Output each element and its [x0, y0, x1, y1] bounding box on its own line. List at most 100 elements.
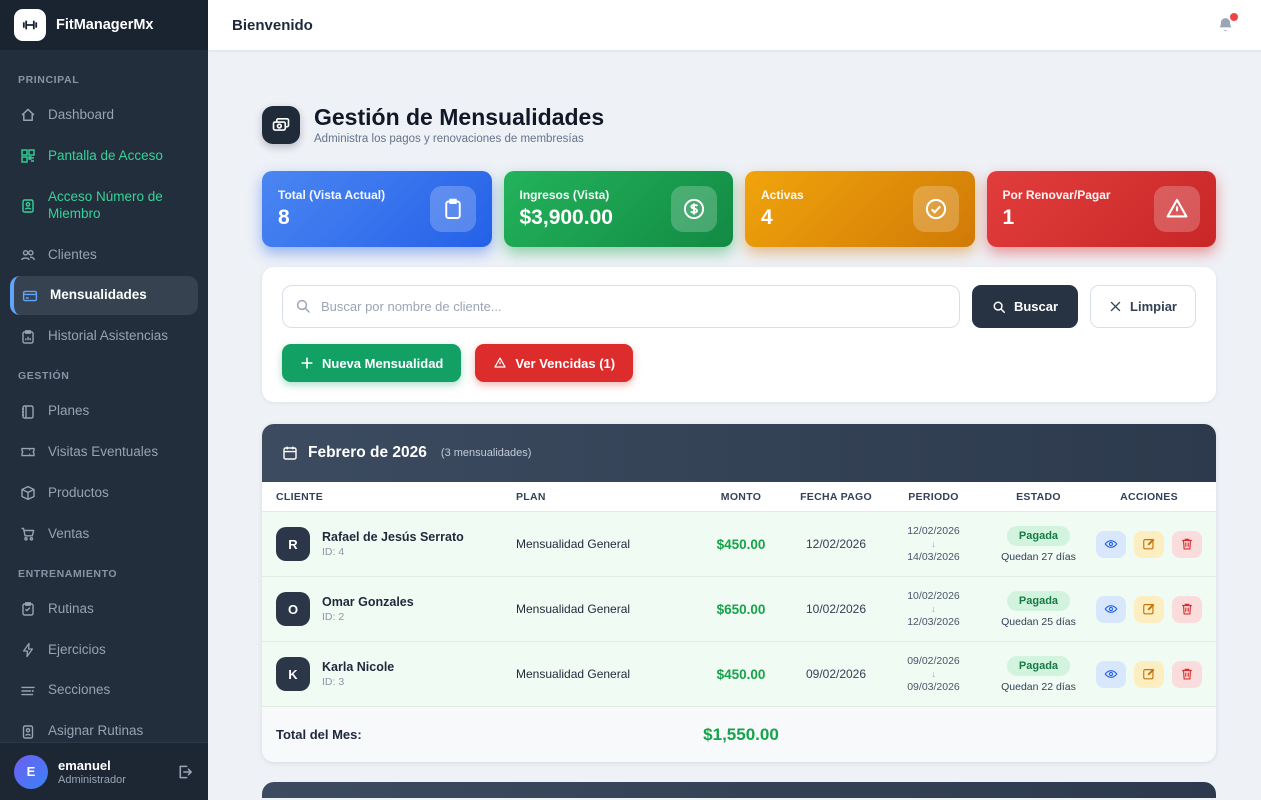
actions-cell — [1096, 531, 1202, 558]
fecha-pago-cell: 12/02/2026 — [786, 537, 886, 551]
notification-badge — [1230, 13, 1238, 21]
sidebar-item-rutinas[interactable]: Rutinas — [10, 590, 198, 629]
ver-vencidas-button[interactable]: Ver Vencidas (1) — [475, 344, 633, 382]
stat-card-ingresos: Ingresos (Vista) $3,900.00 — [504, 171, 734, 247]
column-header: PLAN — [516, 491, 696, 503]
sidebar-item-planes[interactable]: Planes — [10, 392, 198, 431]
column-header: MONTO — [696, 491, 786, 503]
periodo-cell: 09/02/2026 ↓ 09/03/2026 — [886, 654, 981, 694]
person-badge-icon — [20, 724, 36, 740]
view-button[interactable] — [1096, 661, 1126, 688]
periodo-inicio: 10/02/2026 — [886, 589, 981, 603]
client-text: Omar Gonzales ID: 2 — [322, 595, 414, 623]
plan-cell: Mensualidad General — [516, 667, 696, 681]
sidebar-item-mensualidades[interactable]: Mensualidades — [10, 276, 198, 315]
column-header: PERIODO — [886, 491, 981, 503]
sidebar-item-visitas-eventuales[interactable]: Visitas Eventuales — [10, 433, 198, 472]
warning-triangle-icon — [493, 356, 507, 370]
trash-icon — [1180, 667, 1194, 681]
trash-icon — [1180, 602, 1194, 616]
ver-vencidas-label: Ver Vencidas (1) — [515, 356, 615, 371]
edit-button[interactable] — [1134, 596, 1164, 623]
stat-card-activas: Activas 4 — [745, 171, 975, 247]
user-role: Administrador — [58, 774, 126, 786]
search-input[interactable] — [282, 285, 960, 328]
stat-value: $3,900.00 — [520, 206, 613, 230]
sidebar-item-clientes[interactable]: Clientes — [10, 236, 198, 275]
status-badge: Pagada — [1007, 656, 1070, 676]
client-id: ID: 4 — [322, 546, 464, 558]
delete-button[interactable] — [1172, 531, 1202, 558]
sidebar-item-label: Ejercicios — [48, 642, 106, 659]
sidebar-item-label: Ventas — [48, 526, 89, 543]
plus-icon — [300, 356, 314, 370]
actions-cell — [1096, 596, 1202, 623]
logout-icon[interactable] — [176, 763, 194, 781]
eye-icon — [1104, 602, 1118, 616]
topbar: Bienvenido — [208, 0, 1261, 50]
sidebar-item-historial-asistencias[interactable]: Historial Asistencias — [10, 317, 198, 356]
delete-button[interactable] — [1172, 661, 1202, 688]
arrow-down-icon: ↓ — [886, 603, 981, 615]
sidebar-item-asignar-rutinas[interactable]: Asignar Rutinas — [10, 712, 198, 742]
dollar-circle-icon — [671, 186, 717, 232]
app-name: FitManagerMx — [56, 17, 154, 33]
sidebar-item-secciones[interactable]: Secciones — [10, 671, 198, 710]
close-icon — [1109, 300, 1122, 313]
sidebar-item-dashboard[interactable]: Dashboard — [10, 96, 198, 135]
section-label-principal: PRINCIPAL — [10, 62, 198, 94]
stat-value: 1 — [1003, 206, 1111, 230]
users-icon — [20, 247, 36, 263]
sidebar-header: FitManagerMx — [0, 0, 208, 50]
sidebar-item-ejercicios[interactable]: Ejercicios — [10, 631, 198, 670]
notifications-button[interactable] — [1216, 16, 1235, 35]
sidebar-item-ventas[interactable]: Ventas — [10, 515, 198, 554]
list-filter-icon — [20, 683, 36, 699]
next-month-header-partial — [262, 782, 1216, 798]
sidebar-item-acceso-numero-miembro[interactable]: Acceso Número de Miembro — [10, 178, 198, 234]
edit-button[interactable] — [1134, 661, 1164, 688]
sidebar-item-productos[interactable]: Productos — [10, 474, 198, 513]
plan-cell: Mensualidad General — [516, 602, 696, 616]
eye-icon — [1104, 667, 1118, 681]
client-text: Rafael de Jesús Serrato ID: 4 — [322, 530, 464, 558]
clipboard-chart-icon — [20, 329, 36, 345]
client-cell: K Karla Nicole ID: 3 — [276, 657, 516, 691]
view-button[interactable] — [1096, 531, 1126, 558]
search-panel: Buscar Limpiar Nueva Mensualidad Ver Ven… — [262, 267, 1216, 402]
client-cell: O Omar Gonzales ID: 2 — [276, 592, 516, 626]
stat-card-total: Total (Vista Actual) 8 — [262, 171, 492, 247]
table-row: O Omar Gonzales ID: 2 Mensualidad Genera… — [262, 577, 1216, 642]
sidebar-item-label: Clientes — [48, 247, 97, 264]
periodo-cell: 12/02/2026 ↓ 14/03/2026 — [886, 524, 981, 564]
buscar-label: Buscar — [1014, 299, 1058, 314]
dias-restantes: Quedan 22 días — [981, 681, 1096, 693]
app-logo — [14, 9, 46, 41]
stat-text: Activas 4 — [761, 188, 804, 230]
arrow-down-icon: ↓ — [886, 538, 981, 550]
sidebar-item-pantalla-de-acceso[interactable]: Pantalla de Acceso — [10, 137, 198, 176]
estado-cell: Pagada Quedan 22 días — [981, 656, 1096, 693]
search-row: Buscar Limpiar — [282, 285, 1196, 328]
nueva-mensualidad-label: Nueva Mensualidad — [322, 356, 443, 371]
nueva-mensualidad-button[interactable]: Nueva Mensualidad — [282, 344, 461, 382]
qr-code-icon — [20, 148, 36, 164]
stat-text: Por Renovar/Pagar 1 — [1003, 188, 1111, 230]
delete-button[interactable] — [1172, 596, 1202, 623]
cart-icon — [20, 526, 36, 542]
sidebar-user-panel: E emanuel Administrador — [0, 742, 208, 800]
stat-label: Ingresos (Vista) — [520, 188, 613, 202]
search-box — [282, 285, 960, 328]
calendar-icon — [282, 445, 298, 461]
edit-button[interactable] — [1134, 531, 1164, 558]
stat-label: Activas — [761, 188, 804, 202]
dias-restantes: Quedan 25 días — [981, 616, 1096, 628]
trash-icon — [1180, 537, 1194, 551]
sidebar-item-label: Productos — [48, 485, 109, 502]
month-title: Febrero de 2026 — [308, 444, 427, 462]
buscar-button[interactable]: Buscar — [972, 285, 1078, 328]
view-button[interactable] — [1096, 596, 1126, 623]
limpiar-button[interactable]: Limpiar — [1090, 285, 1196, 328]
sidebar: FitManagerMx PRINCIPAL Dashboard Pantall… — [0, 0, 208, 800]
box-icon — [20, 485, 36, 501]
